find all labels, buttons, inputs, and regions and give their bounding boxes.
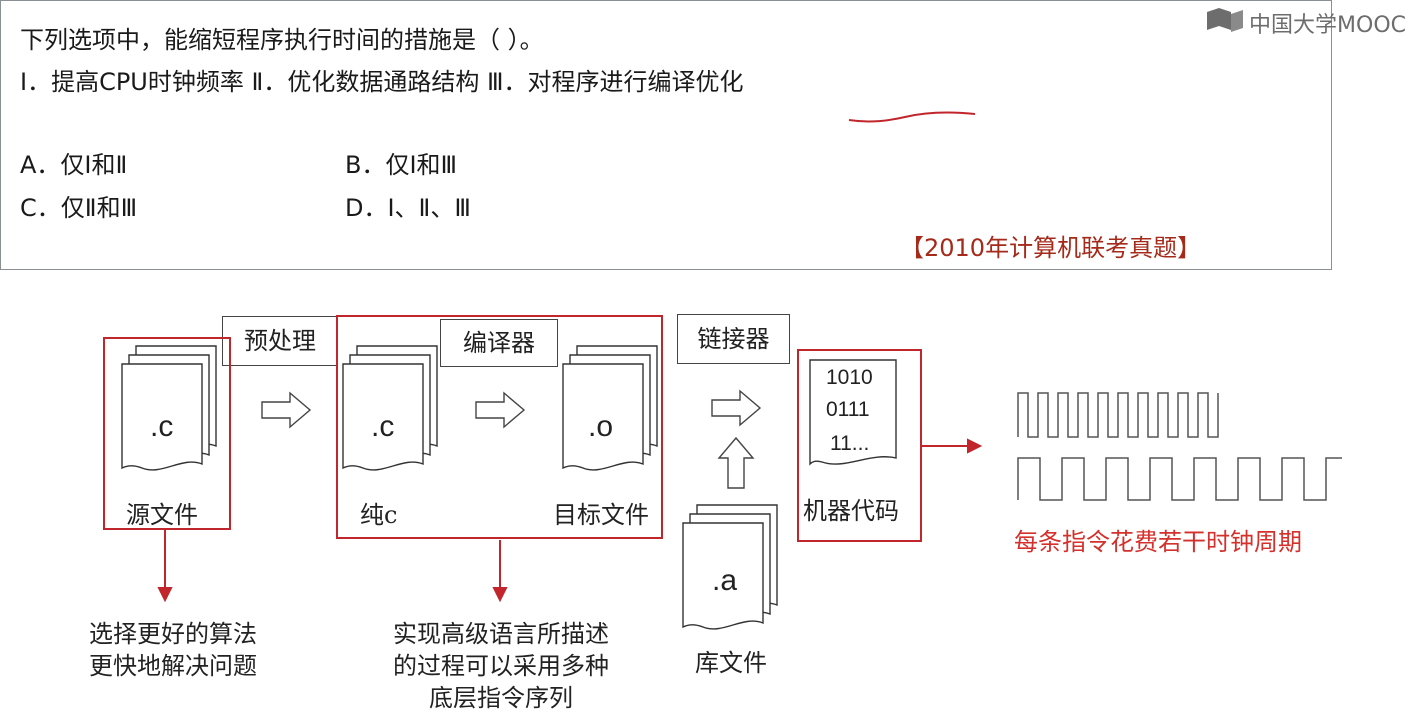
- arrow-up-icon: [717, 436, 755, 489]
- library-ext: .a: [712, 564, 737, 597]
- pure-c-caption: 纯c: [360, 501, 398, 529]
- compiler-note-line-3: 底层指令序列: [429, 684, 573, 712]
- linker-label: 链接器: [677, 314, 790, 364]
- arrow-right-icon-1: [261, 391, 312, 429]
- source-file-caption: 源文件: [126, 501, 198, 529]
- algorithm-note-line-2: 更快地解决问题: [89, 652, 257, 680]
- algorithm-note-line-1: 选择更好的算法: [89, 620, 257, 648]
- compiler-note: 实现高级语言所描述 的过程可以采用多种 底层指令序列: [368, 618, 634, 714]
- clock-waveform-fast-icon: [1017, 392, 1219, 438]
- library-file-caption: 库文件: [695, 649, 767, 677]
- arrow-right-icon-3: [711, 389, 762, 427]
- algorithm-note: 选择更好的算法 更快地解决问题: [68, 618, 278, 682]
- compiler-note-line-2: 的过程可以采用多种: [393, 652, 609, 680]
- compiler-note-line-1: 实现高级语言所描述: [393, 620, 609, 648]
- clock-cycle-note: 每条指令花费若干时钟周期: [1014, 528, 1302, 556]
- machine-code-caption: 机器代码: [803, 497, 899, 525]
- clock-waveform-slow-icon: [1017, 457, 1342, 501]
- preprocess-label: 预处理: [222, 316, 338, 366]
- object-file-caption: 目标文件: [553, 501, 649, 529]
